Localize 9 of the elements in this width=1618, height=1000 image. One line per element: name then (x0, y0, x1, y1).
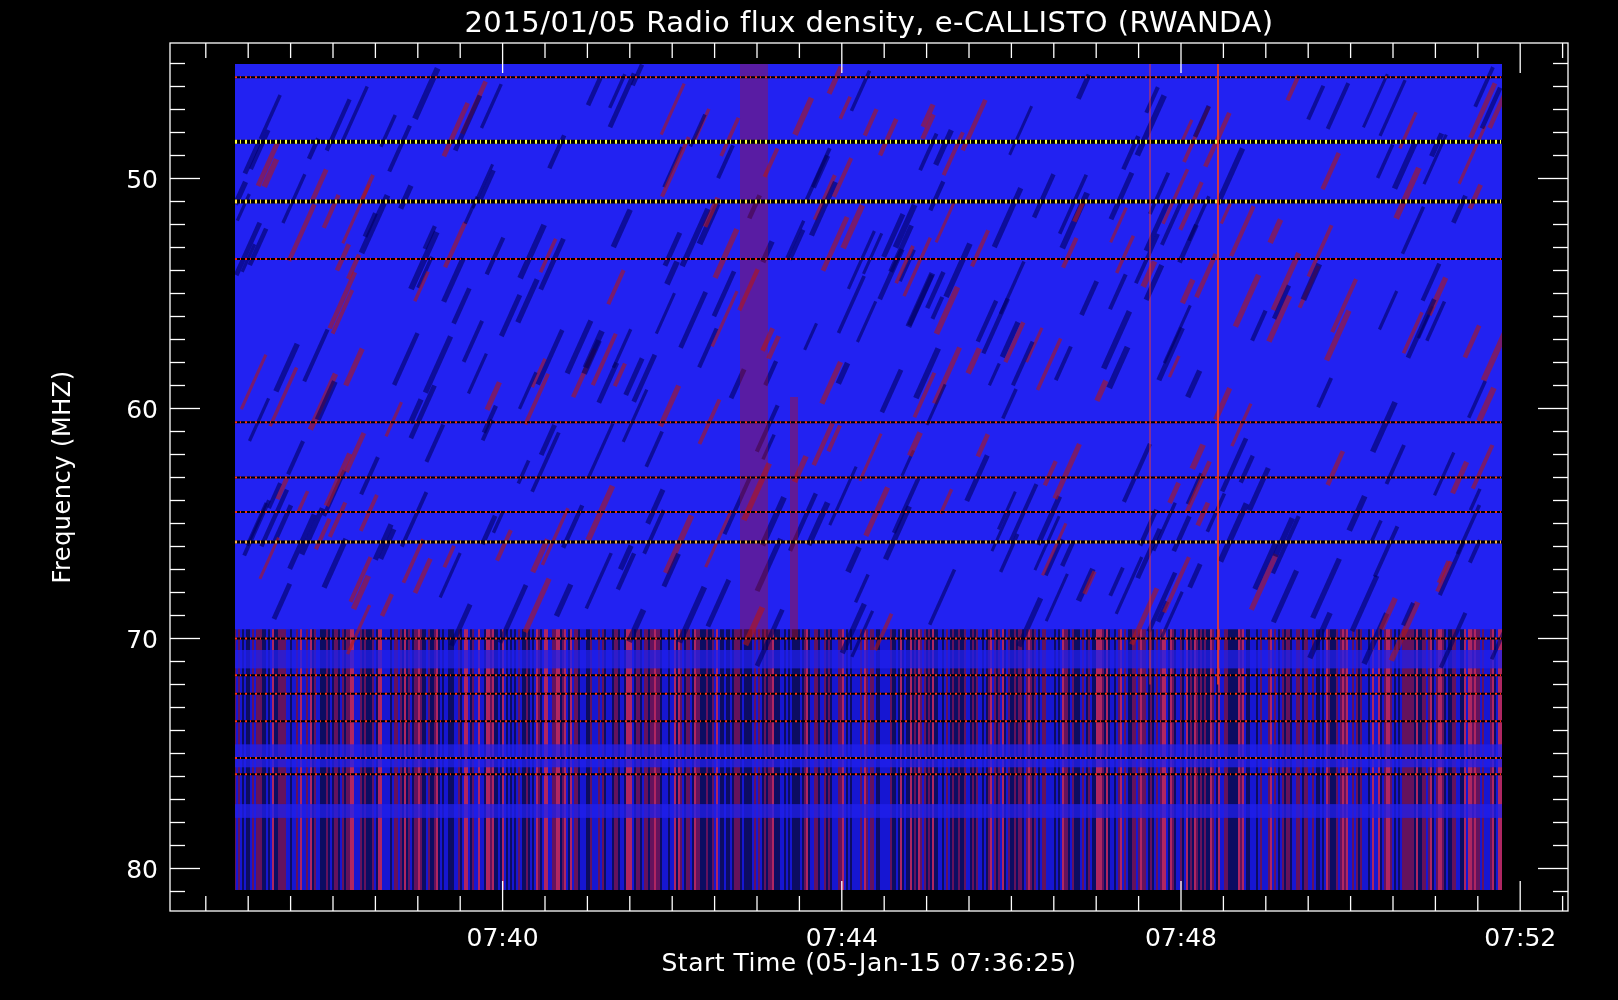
x-tick-label: 07:52 (1484, 923, 1557, 952)
x-tick-label: 07:48 (1145, 923, 1217, 952)
y-axis-label: Frequency (MHZ) (48, 370, 76, 584)
y-tick-label: 50 (126, 164, 158, 194)
y-tick-label: 60 (126, 394, 158, 424)
y-tick-label: 80 (126, 854, 158, 884)
y-tick-label: 70 (126, 624, 158, 654)
x-tick-label: 07:40 (466, 923, 539, 952)
plot-title: 2015/01/05 Radio flux density, e-CALLISTO (RWANDA) (463, 3, 1275, 41)
